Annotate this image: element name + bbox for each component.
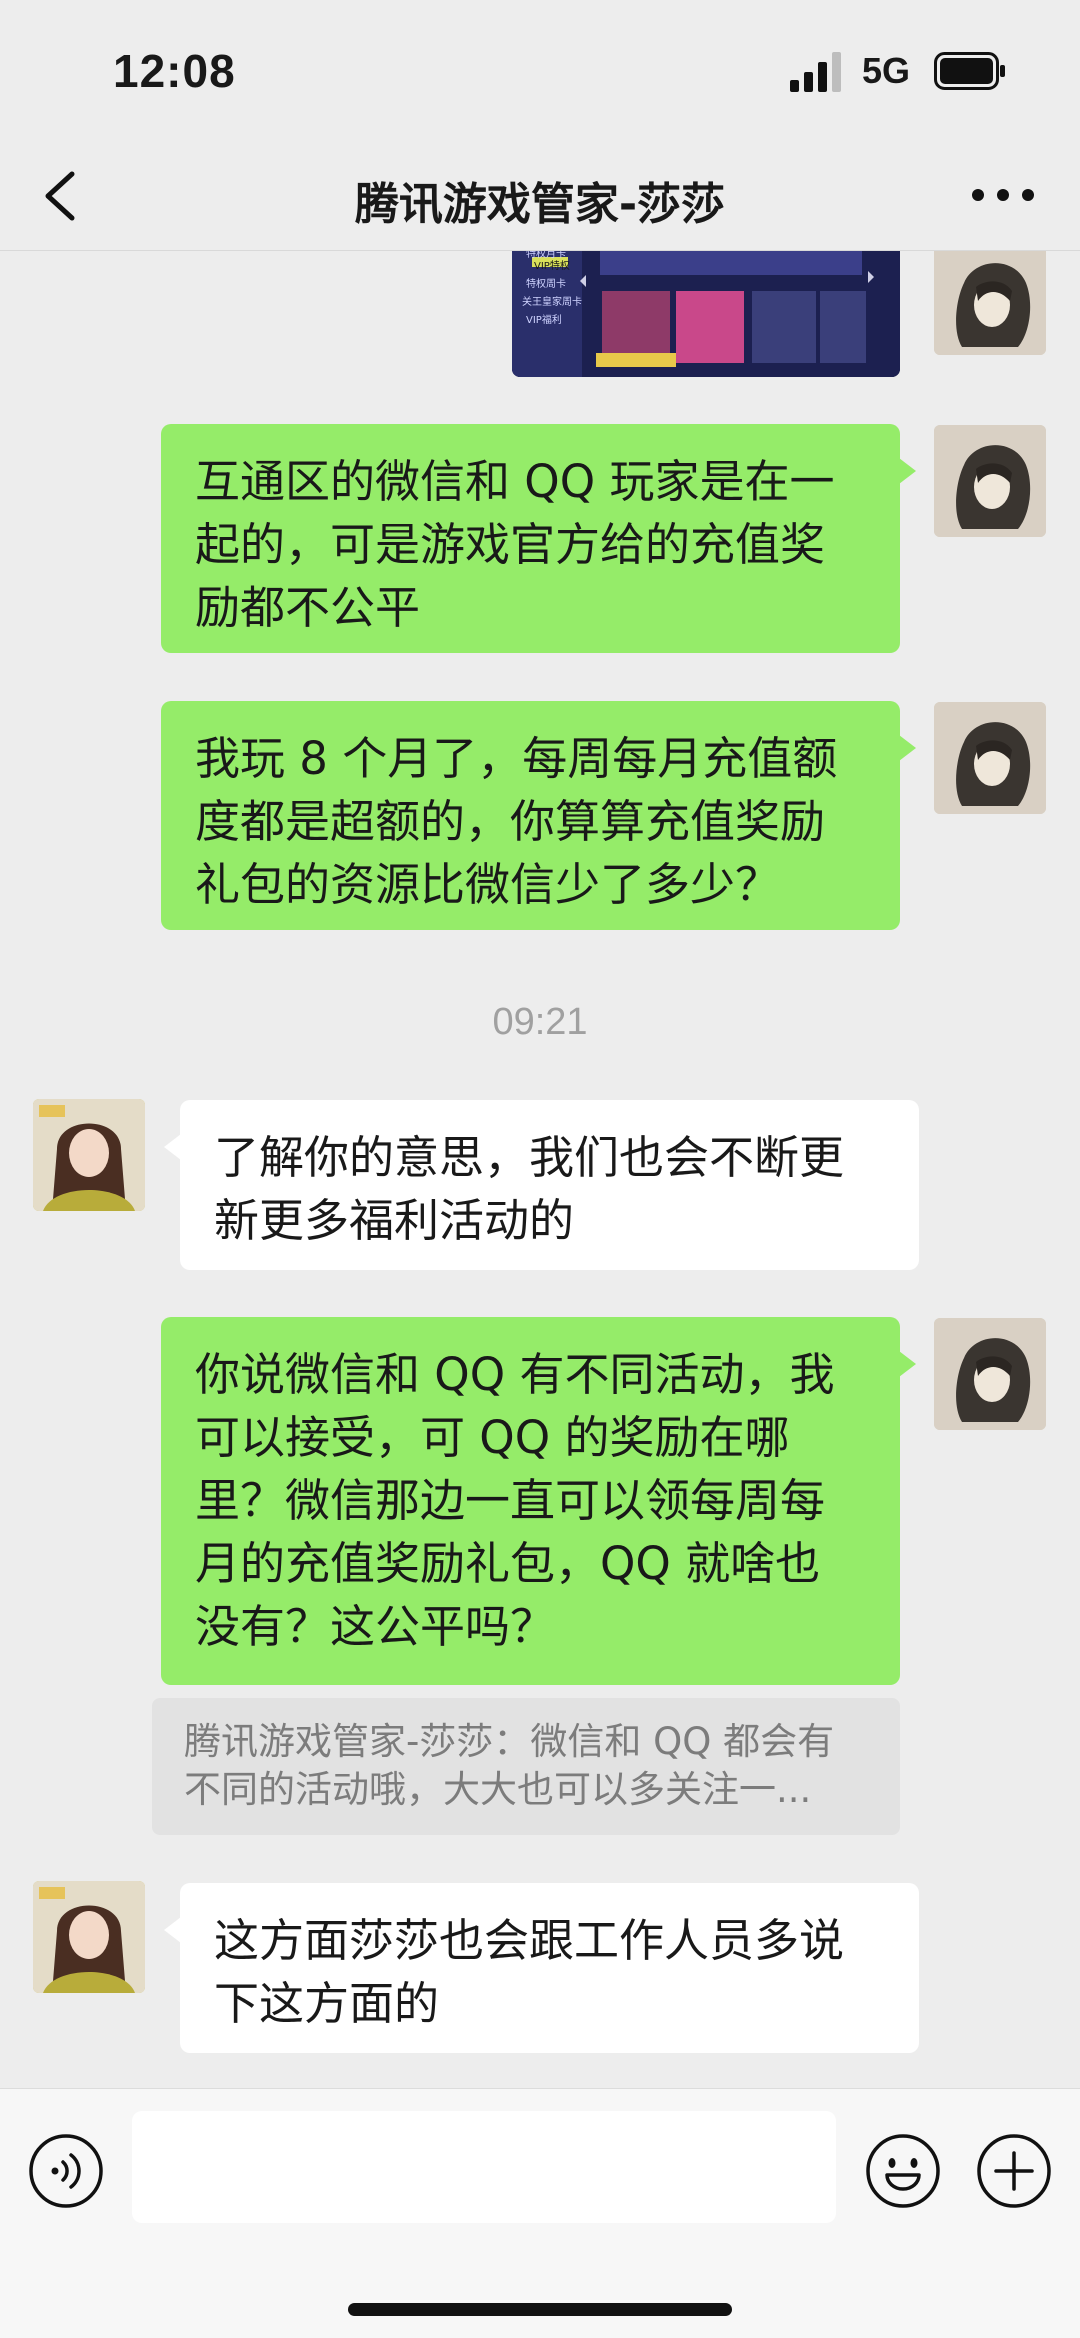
contact-message-bubble[interactable]: 这方面莎莎也会跟工作人员多说 下这方面的 xyxy=(164,1883,919,2053)
input-bar xyxy=(0,2088,1080,2338)
avatar[interactable] xyxy=(934,251,1046,355)
message-line: 新更多福利活动的 xyxy=(214,1194,575,1247)
photo-girl-avatar-icon xyxy=(33,1881,145,1993)
message-list[interactable]: 特权月卡 VIP特权 特权周卡 关王皇家周卡 VIP福利 互通区的微信和 QQ … xyxy=(0,251,1080,2088)
message-line: 月的充值奖励礼包，QQ 就啥也 xyxy=(195,1537,821,1590)
voice-icon[interactable] xyxy=(28,2133,104,2209)
quote-line: 腾讯游戏管家-莎莎：微信和 QQ 都会有 xyxy=(184,1720,835,1763)
avatar[interactable] xyxy=(934,1318,1046,1430)
message-line: 下这方面的 xyxy=(214,1977,440,2030)
sketch-girl-avatar-icon xyxy=(934,251,1046,355)
my-message-bubble[interactable]: 互通区的微信和 QQ 玩家是在一 起的，可是游戏官方给的充值奖 励都不公平 xyxy=(161,424,916,653)
home-indicator[interactable] xyxy=(348,2303,732,2316)
my-message-bubble[interactable]: 你说微信和 QQ 有不同活动，我 可以接受，可 QQ 的奖励在哪 里？微信那边一… xyxy=(161,1317,916,1685)
my-message-bubble[interactable]: 我玩 8 个月了，每周每月充值额 度都是超额的，你算算充值奖励 礼包的资源比微信… xyxy=(161,701,916,930)
battery-icon xyxy=(934,52,1005,90)
contact-message-bubble[interactable]: 了解你的意思，我们也会不断更 新更多福利活动的 xyxy=(164,1100,919,1270)
status-bar: 12:08 5G xyxy=(0,0,1080,140)
message-line: 里？微信那边一直可以领每周每 xyxy=(195,1474,826,1527)
image-preview-label: 特权周卡 xyxy=(526,279,566,290)
image-preview-label: VIP福利 xyxy=(526,315,562,326)
quote-line: 不同的活动哦，大大也可以多关注一... xyxy=(184,1768,812,1811)
avatar[interactable] xyxy=(33,1099,145,1211)
photo-girl-avatar-icon xyxy=(33,1099,145,1211)
chat-navbar: 腾讯游戏管家-莎莎 xyxy=(0,140,1080,251)
message-timestamp: 09:21 xyxy=(492,1001,588,1043)
avatar[interactable] xyxy=(33,1881,145,1993)
avatar[interactable] xyxy=(934,702,1046,814)
ellipsis-icon[interactable] xyxy=(968,180,1038,210)
message-line: 可以接受，可 QQ 的奖励在哪 xyxy=(195,1411,790,1464)
emoji-icon[interactable] xyxy=(865,2133,941,2209)
avatar[interactable] xyxy=(934,425,1046,537)
status-time: 12:08 xyxy=(113,45,236,97)
message-line: 礼包的资源比微信少了多少？ xyxy=(195,858,781,911)
image-preview-label: VIP特权 xyxy=(534,261,570,272)
quoted-message[interactable]: 腾讯游戏管家-莎莎：微信和 QQ 都会有 不同的活动哦，大大也可以多关注一... xyxy=(152,1698,900,1835)
message-input[interactable] xyxy=(132,2111,836,2223)
signal-icon xyxy=(790,52,841,92)
image-message[interactable]: 特权月卡 VIP特权 特权周卡 关王皇家周卡 VIP福利 xyxy=(512,251,900,377)
message-line: 没有？这公平吗？ xyxy=(195,1600,556,1653)
message-line: 我玩 8 个月了，每周每月充值额 xyxy=(195,732,838,785)
message-line: 了解你的意思，我们也会不断更 xyxy=(214,1131,845,1184)
image-preview-label: 关王皇家周卡 xyxy=(522,297,582,308)
message-line: 起的，可是游戏官方给的充值奖 xyxy=(195,518,826,571)
sketch-girl-avatar-icon xyxy=(934,1318,1046,1430)
chat-title: 腾讯游戏管家-莎莎 xyxy=(354,179,726,230)
message-line: 励都不公平 xyxy=(195,581,421,634)
network-label: 5G xyxy=(862,50,911,91)
message-line: 度都是超额的，你算算充值奖励 xyxy=(195,795,826,848)
message-line: 互通区的微信和 QQ 玩家是在一 xyxy=(195,455,835,508)
message-line: 你说微信和 QQ 有不同活动，我 xyxy=(195,1348,835,1401)
game-screenshot-image xyxy=(512,251,900,377)
message-line: 这方面莎莎也会跟工作人员多说 xyxy=(214,1914,845,1967)
sketch-girl-avatar-icon xyxy=(934,425,1046,537)
sketch-girl-avatar-icon xyxy=(934,702,1046,814)
plus-icon[interactable] xyxy=(976,2133,1052,2209)
